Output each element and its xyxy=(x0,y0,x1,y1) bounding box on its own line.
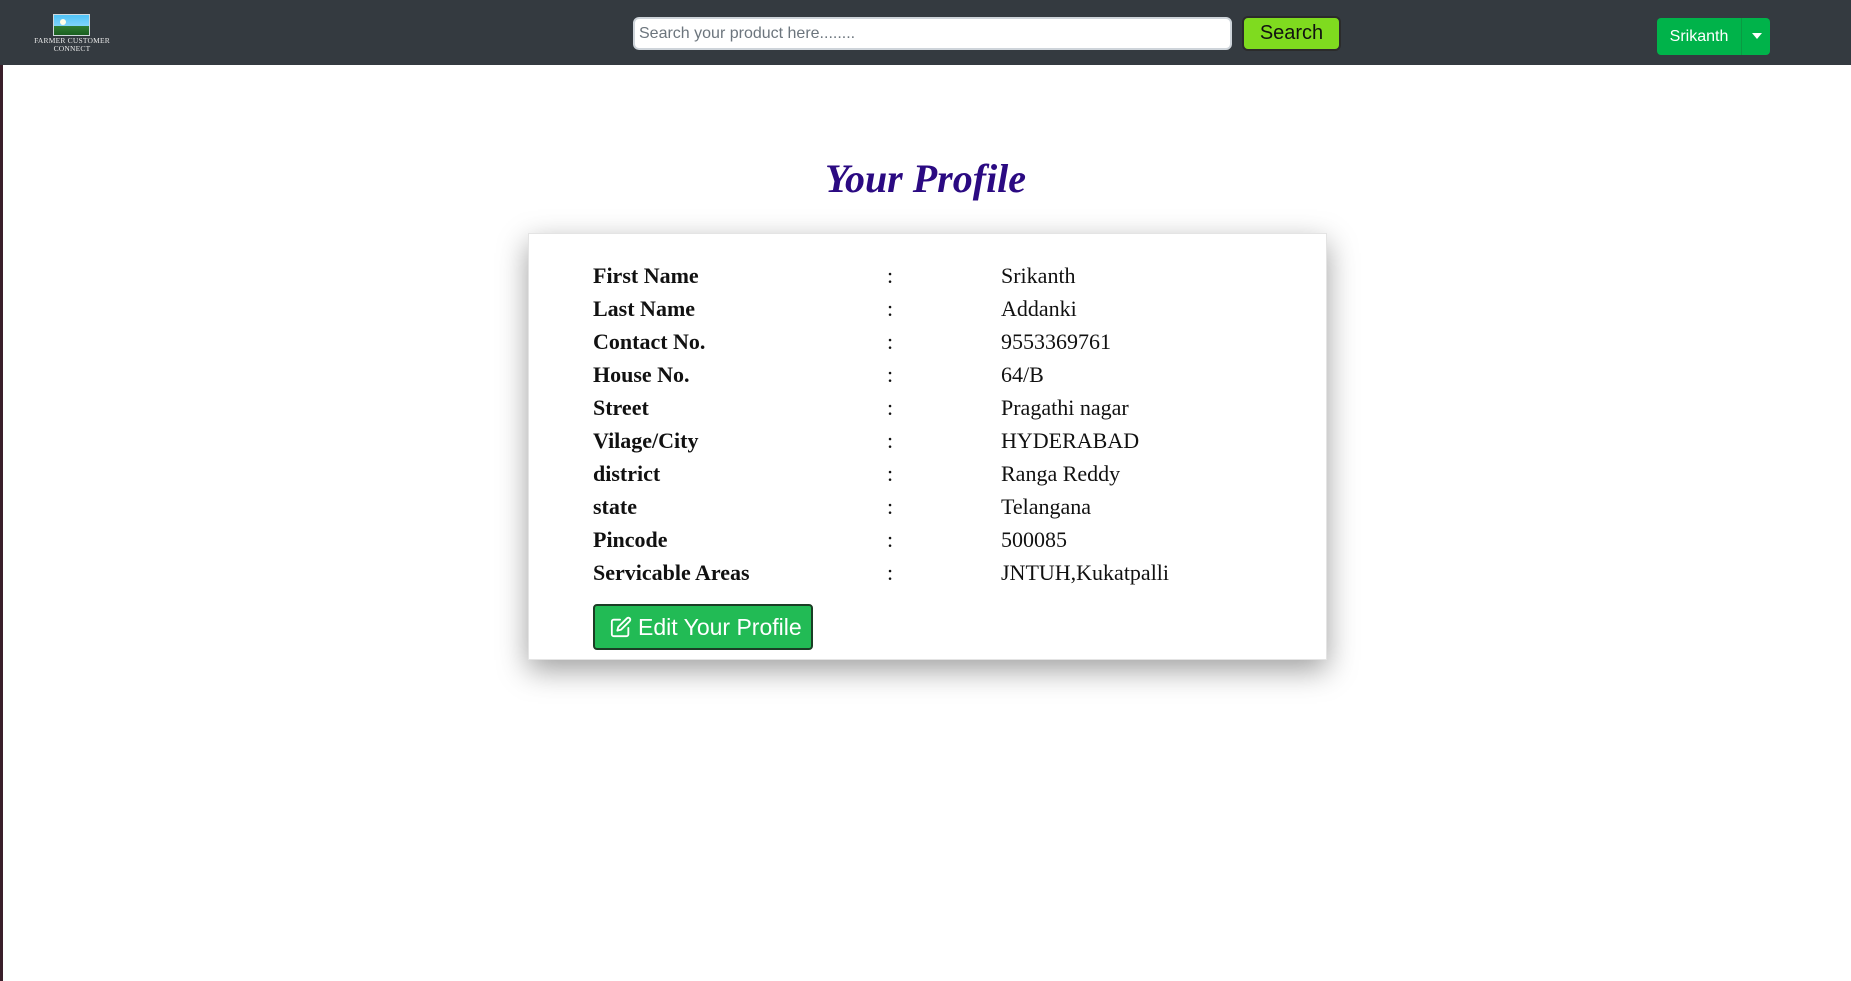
field-label: Contact No. xyxy=(593,329,706,354)
profile-row-servicable-areas: Servicable Areas : JNTUH,Kukatpalli xyxy=(593,556,1293,589)
field-separator: : xyxy=(887,428,894,453)
profile-row-contact: Contact No. : 9553369761 xyxy=(593,325,1293,358)
user-menu: Srikanth xyxy=(1657,18,1770,55)
field-value: Telangana xyxy=(1001,494,1092,519)
field-label: Servicable Areas xyxy=(593,560,750,585)
field-separator: : xyxy=(887,362,894,387)
edit-icon xyxy=(610,616,632,638)
user-dropdown-toggle[interactable] xyxy=(1741,18,1770,55)
search-input[interactable] xyxy=(633,17,1232,50)
caret-down-icon xyxy=(1752,33,1762,39)
top-navbar: FARMER CUSTOMER CONNECT Search Srikanth xyxy=(0,0,1851,65)
logo-image xyxy=(53,14,90,36)
field-value: 9553369761 xyxy=(1001,329,1111,354)
field-separator: : xyxy=(887,461,894,486)
profile-row-first-name: First Name : Srikanth xyxy=(593,259,1293,292)
page-title: Your Profile xyxy=(824,156,1027,201)
profile-row-district: district : Ranga Reddy xyxy=(593,457,1293,490)
field-value: 500085 xyxy=(1001,527,1067,552)
search-button[interactable]: Search xyxy=(1242,16,1341,51)
edit-profile-button[interactable]: Edit Your Profile xyxy=(593,604,813,650)
logo-text: FARMER CUSTOMER CONNECT xyxy=(34,36,110,53)
field-label: Vilage/City xyxy=(593,428,699,453)
field-label: House No. xyxy=(593,362,690,387)
field-value: Srikanth xyxy=(1001,263,1076,288)
field-value: HYDERABAD xyxy=(1001,428,1140,453)
profile-row-pincode: Pincode : 500085 xyxy=(593,523,1293,556)
field-value: Pragathi nagar xyxy=(1001,395,1129,420)
site-logo[interactable]: FARMER CUSTOMER CONNECT xyxy=(34,14,110,54)
window-edge xyxy=(0,0,3,981)
field-value: 64/B xyxy=(1001,362,1044,387)
field-value: Addanki xyxy=(1001,296,1077,321)
profile-row-house-no: House No. : 64/B xyxy=(593,358,1293,391)
field-label: Pincode xyxy=(593,527,668,552)
profile-row-city: Vilage/City : HYDERABAD xyxy=(593,424,1293,457)
profile-row-last-name: Last Name : Addanki xyxy=(593,292,1293,325)
field-separator: : xyxy=(887,329,894,354)
field-value: Ranga Reddy xyxy=(1001,461,1121,486)
edit-profile-label: Edit Your Profile xyxy=(638,613,802,640)
field-separator: : xyxy=(887,494,894,519)
profile-row-street: Street : Pragathi nagar xyxy=(593,391,1293,424)
field-label: First Name xyxy=(593,263,699,288)
field-label: Last Name xyxy=(593,296,696,321)
profile-row-state: state : Telangana xyxy=(593,490,1293,523)
field-separator: : xyxy=(887,527,894,552)
user-name-button[interactable]: Srikanth xyxy=(1657,18,1741,55)
field-separator: : xyxy=(887,263,894,288)
field-value: JNTUH,Kukatpalli xyxy=(1001,560,1170,585)
field-separator: : xyxy=(887,395,894,420)
profile-card: First Name : Srikanth Last Name : Addank… xyxy=(528,233,1327,660)
field-separator: : xyxy=(887,296,894,321)
field-separator: : xyxy=(887,560,894,585)
field-label: state xyxy=(593,494,637,519)
field-label: Street xyxy=(593,395,649,420)
field-label: district xyxy=(593,461,661,486)
